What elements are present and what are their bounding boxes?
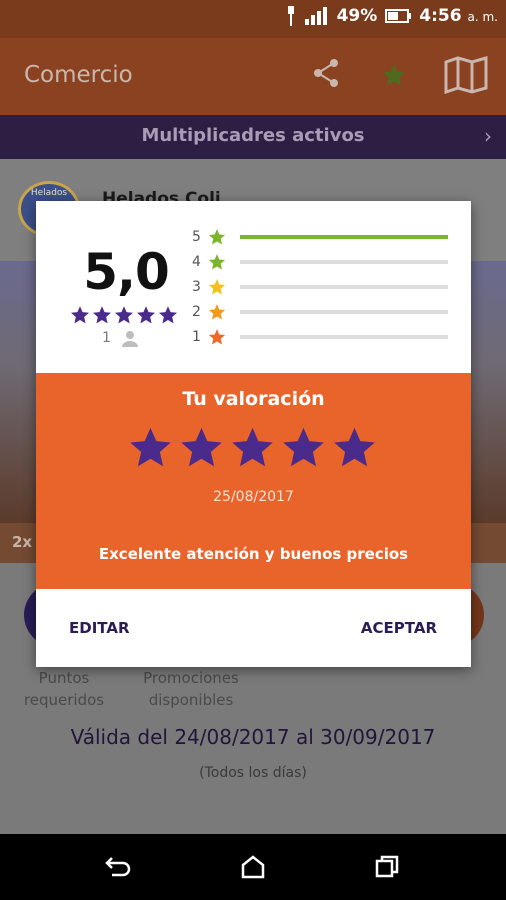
distribution-row: 4 (192, 252, 452, 277)
average-score: 5,0 (83, 243, 170, 301)
battery-icon (385, 9, 412, 23)
star-icon (334, 427, 375, 467)
recents-icon[interactable] (374, 854, 400, 880)
edit-button[interactable]: EDITAR (69, 619, 130, 637)
star-icon (208, 279, 226, 295)
star-icon (208, 329, 226, 345)
star-icon (208, 229, 226, 245)
promo-label: 2x (12, 533, 33, 551)
distribution-row: 3 (192, 277, 452, 302)
distribution-row: 2 (192, 302, 452, 327)
distribution-row: 1 (192, 327, 452, 352)
rating-distribution: 5 4 3 2 1 (192, 227, 452, 352)
chevron-right-icon: › (484, 124, 492, 148)
distribution-star-number: 1 (192, 329, 201, 345)
average-stars (70, 305, 178, 325)
distribution-bar (240, 310, 448, 314)
star-icon (181, 427, 222, 467)
star-icon (130, 427, 171, 467)
star-icon (159, 306, 177, 324)
validity-text: Válida del 24/08/2017 al 30/09/2017 (70, 725, 436, 749)
my-rating-date: 25/08/2017 (213, 489, 294, 505)
status-bar: 49% 4:56 a. m. (0, 0, 506, 38)
my-rating-title: Tu valoración (182, 388, 325, 410)
distribution-bar (240, 335, 448, 339)
my-rating-comment: Excelente atención y buenos precios (98, 545, 409, 563)
distribution-row: 5 (192, 227, 452, 252)
my-rating-stars (128, 425, 377, 470)
clock: 4:56 a. m. (419, 6, 498, 26)
page-title: Comercio (24, 62, 133, 88)
star-icon (208, 254, 226, 270)
distribution-star-number: 2 (192, 304, 201, 320)
star-icon (71, 306, 89, 324)
distribution-star-number: 4 (192, 254, 201, 270)
points-label: Puntos requeridos (23, 669, 105, 709)
distribution-bar (240, 235, 448, 239)
map-icon[interactable] (444, 56, 488, 94)
share-icon[interactable] (312, 58, 340, 88)
back-icon[interactable] (104, 854, 132, 880)
star-icon (208, 304, 226, 320)
rating-dialog: 5,0 1 5 4 3 2 1 Tu valoración 25/08/2017 Exc… (36, 201, 471, 667)
validity-days: (Todos los días) (199, 765, 307, 781)
star-icon[interactable] (380, 62, 408, 88)
multipliers-bar[interactable]: Multiplicadres activos › (0, 115, 506, 159)
star-icon (283, 427, 324, 467)
home-icon[interactable] (240, 854, 266, 880)
distribution-bar (240, 260, 448, 264)
distribution-star-number: 3 (192, 279, 201, 295)
app-bar: Comercio (0, 38, 506, 115)
star-icon (232, 427, 273, 467)
distribution-bar (240, 285, 448, 289)
usb-icon (287, 6, 294, 26)
promos-label: Promociones disponibles (143, 669, 239, 709)
signal-icon (304, 7, 327, 25)
person-icon (121, 331, 138, 347)
distribution-star-number: 5 (192, 229, 201, 245)
distribution-bar-fill (240, 235, 448, 239)
star-icon (93, 306, 111, 324)
review-count: 1 (102, 329, 139, 347)
star-icon (137, 306, 155, 324)
my-rating-panel: Tu valoración 25/08/2017 Excelente atenc… (36, 373, 471, 589)
multipliers-label: Multiplicadres activos (141, 125, 365, 146)
star-icon (115, 306, 133, 324)
accept-button[interactable]: ACEPTAR (361, 619, 437, 637)
system-nav-bar (0, 834, 506, 900)
battery-percent: 49% (336, 6, 378, 26)
